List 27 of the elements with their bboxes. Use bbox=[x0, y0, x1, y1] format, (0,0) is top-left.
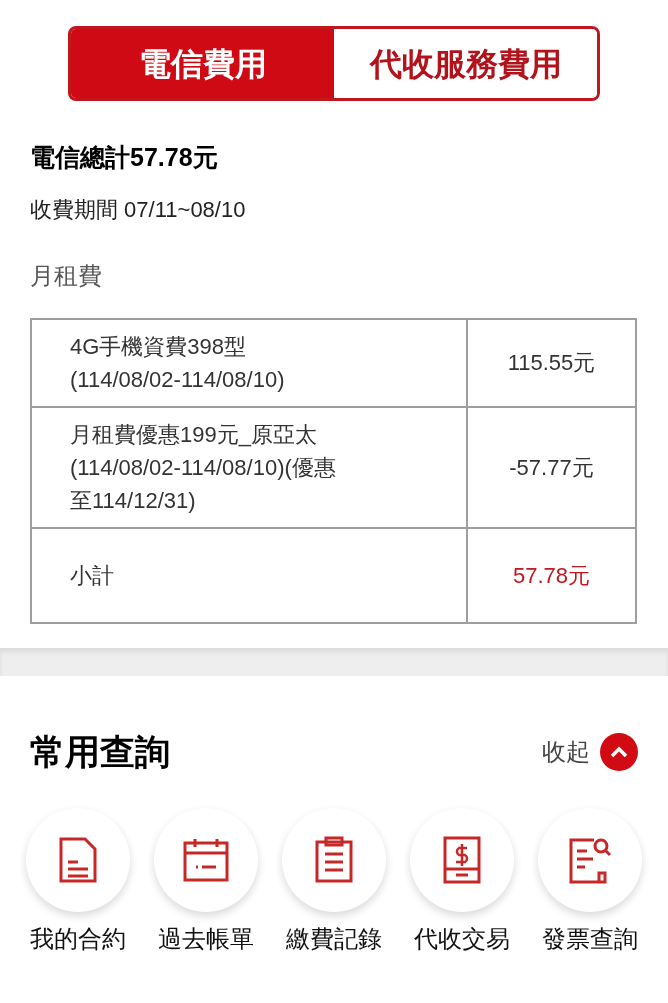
payment-terminal-icon bbox=[442, 835, 482, 885]
table-cell: 115.55元 bbox=[467, 318, 636, 407]
clipboard-icon bbox=[314, 836, 354, 884]
calendar-icon bbox=[182, 837, 230, 883]
table-cell: -57.77元 bbox=[467, 406, 636, 528]
document-icon bbox=[58, 836, 98, 884]
table-cell: 57.78元 bbox=[467, 527, 636, 623]
shortcut-button[interactable] bbox=[538, 808, 642, 912]
shortcut-label: 繳費記錄 bbox=[286, 924, 382, 954]
shortcut-button[interactable] bbox=[410, 808, 514, 912]
tab[interactable]: 電信費用 bbox=[71, 29, 334, 98]
total-amount: 電信總計57.78元 bbox=[30, 142, 219, 173]
shortcut-label: 發票查詢 bbox=[542, 924, 638, 954]
shortcut-label: 我的合約 bbox=[30, 924, 126, 954]
collapse-toggle[interactable]: 收起 bbox=[542, 732, 638, 771]
shortcut-button[interactable] bbox=[282, 808, 386, 912]
chevron-up-icon bbox=[610, 745, 628, 758]
table-cell: 月租費優惠199元_原亞太 (114/08/02-114/08/10)(優惠 至114/12/31) bbox=[31, 406, 467, 528]
table-cell: 4G手機資費398型 (114/08/02-114/08/10) bbox=[31, 318, 467, 407]
billing-period: 收費期間 07/11~08/10 bbox=[30, 195, 247, 224]
shortcut-button[interactable] bbox=[26, 808, 130, 912]
shortcut-button[interactable] bbox=[154, 808, 258, 912]
section-title: 常用查詢 bbox=[30, 730, 170, 773]
shortcut-label: 代收交易 bbox=[414, 924, 510, 954]
section-label: 月租費 bbox=[30, 260, 103, 291]
table-cell: 小計 bbox=[31, 527, 467, 623]
shortcut-label: 過去帳單 bbox=[158, 924, 254, 954]
